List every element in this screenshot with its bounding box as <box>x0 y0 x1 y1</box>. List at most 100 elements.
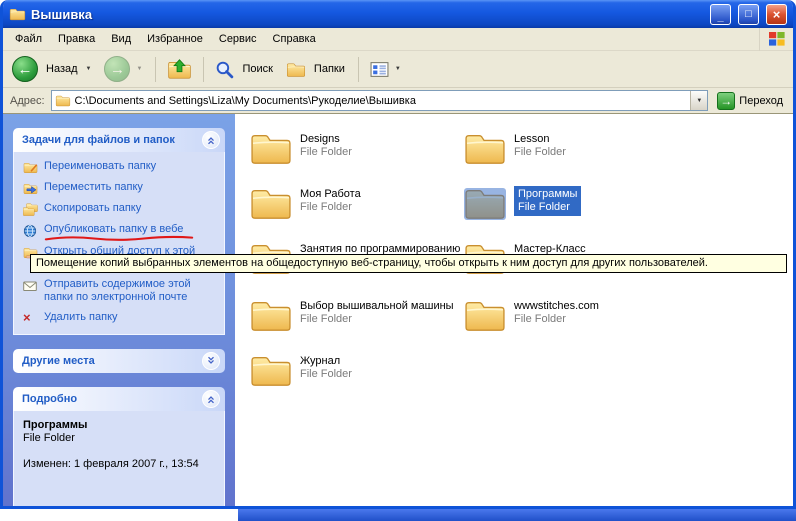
details-selected-name: Программы <box>23 419 218 431</box>
close-button[interactable]: × <box>766 4 787 25</box>
back-label: Назад <box>46 63 78 75</box>
details-selected-type: File Folder <box>23 432 218 444</box>
file-tile-wwwstitches[interactable]: wwwstitches.comFile Folder <box>463 297 671 333</box>
file-tile-vybor-mashiny[interactable]: Выбор вышивальной машиныFile Folder <box>249 297 457 333</box>
file-type: File Folder <box>300 368 352 381</box>
address-label: Адрес: <box>10 95 45 107</box>
chevron-up-icon[interactable] <box>202 390 220 408</box>
toolbar: ← Назад ▼ → ▼ Поиск <box>3 51 793 88</box>
file-type: File Folder <box>514 146 566 159</box>
menu-favorites[interactable]: Избранное <box>139 30 211 48</box>
tooltip: Помещение копий выбранных элементов на о… <box>30 254 787 273</box>
forward-button[interactable]: → ▼ <box>100 54 148 84</box>
folders-label: Папки <box>314 63 345 75</box>
search-button[interactable]: Поиск <box>211 58 278 81</box>
maximize-button[interactable]: □ <box>738 4 759 25</box>
file-tile-zhurnal[interactable]: ЖурналFile Folder <box>249 352 457 388</box>
task-copy-folder[interactable]: Скопировать папку <box>23 202 218 216</box>
menu-tools[interactable]: Сервис <box>211 30 265 48</box>
title-bar[interactable]: Вышивка _ □ × <box>3 0 793 28</box>
task-publish-folder-to-web[interactable]: Опубликовать папку в вебе <box>23 223 218 238</box>
file-tile-designs[interactable]: DesignsFile Folder <box>249 130 457 166</box>
task-move-folder[interactable]: Переместить папку <box>23 181 218 195</box>
back-dropdown-icon: ▼ <box>86 66 92 72</box>
file-tile-moya-rabota[interactable]: Моя РаботаFile Folder <box>249 185 457 221</box>
back-button[interactable]: ← Назад ▼ <box>8 54 97 84</box>
task-label: Скопировать папку <box>44 202 141 216</box>
task-label: Переместить папку <box>44 181 143 195</box>
file-name: wwwstitches.com <box>514 300 599 313</box>
details-body: Программы File Folder Изменен: 1 февраля… <box>13 411 225 506</box>
up-button[interactable] <box>163 57 196 82</box>
folder-icon <box>249 297 293 333</box>
address-dropdown-button[interactable]: ▼ <box>690 91 707 110</box>
panel-header-file-tasks[interactable]: Задачи для файлов и папок <box>13 128 225 152</box>
taskbar-strip <box>238 509 796 521</box>
chevron-down-icon: ▼ <box>696 98 702 104</box>
forward-icon: → <box>104 56 130 82</box>
search-label: Поиск <box>242 63 272 75</box>
red-underline-annotation <box>44 235 194 242</box>
folder-icon <box>249 185 293 221</box>
file-type: File Folder <box>518 201 577 214</box>
go-button[interactable]: → Переход <box>714 91 786 111</box>
chevron-up-icon[interactable] <box>202 131 220 149</box>
views-dropdown-icon: ▼ <box>395 66 401 72</box>
task-label: Отправить содержимое этой папки по элект… <box>44 278 218 304</box>
file-tile-lesson[interactable]: LessonFile Folder <box>463 130 671 166</box>
folders-button[interactable]: Папки <box>282 59 351 80</box>
panel-header-details[interactable]: Подробно <box>13 387 225 411</box>
file-tile-programmy-selected[interactable]: ПрограммыFile Folder <box>463 185 671 221</box>
move-folder-icon <box>23 181 38 195</box>
panel-file-tasks: Задачи для файлов и папок Переименовать … <box>13 128 225 335</box>
address-combobox[interactable]: ▼ <box>51 90 709 111</box>
panel-body-file-tasks: Переименовать папку Переместить папку <box>13 152 225 335</box>
address-folder-icon <box>55 94 71 107</box>
window-title: Вышивка <box>31 7 703 22</box>
folder-icon <box>463 130 507 166</box>
menu-view[interactable]: Вид <box>103 30 139 48</box>
window-folder-icon <box>9 7 26 21</box>
chevron-down-icon[interactable] <box>202 352 220 370</box>
file-type: File Folder <box>300 313 454 326</box>
task-delete-folder[interactable]: × Удалить папку <box>23 311 218 324</box>
address-bar: Адрес: ▼ → Переход <box>3 88 793 114</box>
address-input[interactable] <box>75 95 687 107</box>
rename-folder-icon <box>23 160 38 174</box>
explorer-window: Вышивка _ □ × Файл Правка Вид Избранное … <box>0 0 796 509</box>
search-icon <box>215 60 234 79</box>
menu-edit[interactable]: Правка <box>50 30 103 48</box>
file-name: Журнал <box>300 355 352 368</box>
go-arrow-icon: → <box>717 92 735 110</box>
minimize-button[interactable]: _ <box>710 4 731 25</box>
file-name: Программы <box>518 188 577 201</box>
task-pane: Задачи для файлов и папок Переименовать … <box>3 114 235 506</box>
task-email-folder[interactable]: Отправить содержимое этой папки по элект… <box>23 278 218 304</box>
copy-folder-icon <box>23 202 38 216</box>
views-button[interactable]: ▼ <box>366 58 407 81</box>
panel-header-other-places[interactable]: Другие места <box>13 349 225 373</box>
file-name: Моя Работа <box>300 188 361 201</box>
panel-other-places: Другие места <box>13 349 225 373</box>
menu-file[interactable]: Файл <box>7 30 50 48</box>
minimize-icon: _ <box>717 12 723 23</box>
task-label: Удалить папку <box>44 311 118 324</box>
folder-icon-selected <box>463 185 507 221</box>
folder-icon <box>249 352 293 388</box>
panel-title: Подробно <box>22 393 77 405</box>
folder-up-icon <box>167 59 192 80</box>
file-name: Designs <box>300 133 352 146</box>
publish-web-globe-icon <box>23 223 38 238</box>
forward-dropdown-icon: ▼ <box>136 66 142 72</box>
file-type: File Folder <box>514 313 599 326</box>
panel-details: Подробно Программы File Folder Изменен: … <box>13 387 225 506</box>
task-rename-folder[interactable]: Переименовать папку <box>23 160 218 174</box>
panel-title: Другие места <box>22 355 95 367</box>
menu-help[interactable]: Справка <box>265 30 324 48</box>
file-list-area: DesignsFile Folder Моя РаботаFile Folder… <box>235 114 793 506</box>
maximize-icon: □ <box>745 9 752 20</box>
file-type: File Folder <box>300 146 352 159</box>
toolbar-separator <box>203 57 204 82</box>
file-type: File Folder <box>300 201 361 214</box>
folders-icon <box>286 61 306 78</box>
